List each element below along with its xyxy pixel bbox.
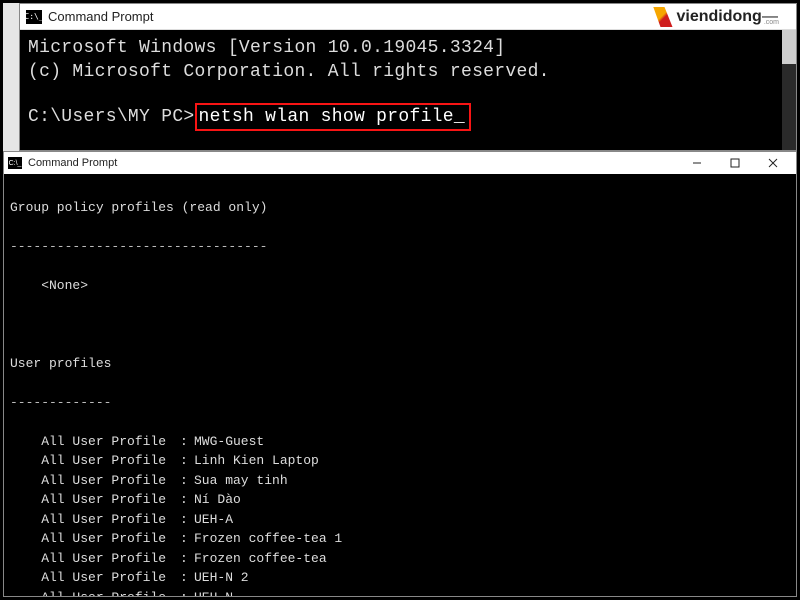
group-policy-header: Group policy profiles (read only) xyxy=(10,198,790,218)
banner-line-1: Microsoft Windows [Version 10.0.19045.33… xyxy=(28,36,788,60)
profile-row: All User Profile: Linh Kien Laptop xyxy=(10,451,790,471)
profile-name: Linh Kien Laptop xyxy=(194,453,319,468)
profile-name: UEH-N xyxy=(194,590,233,597)
profile-label: All User Profile xyxy=(10,510,180,530)
terminal-area-2[interactable]: Group policy profiles (read only) ------… xyxy=(4,174,796,596)
group-policy-none: <None> xyxy=(10,276,790,296)
colon: : xyxy=(180,549,194,569)
prompt-line: C:\Users\MY PC>netsh wlan show profile_ xyxy=(28,103,788,131)
profile-label: All User Profile xyxy=(10,471,180,491)
colon: : xyxy=(180,490,194,510)
watermark-mark-icon xyxy=(653,7,673,27)
window-title-2: Command Prompt xyxy=(28,157,117,169)
profile-name: Frozen coffee-tea xyxy=(194,551,327,566)
profile-label: All User Profile xyxy=(10,549,180,569)
profile-name: Sua may tinh xyxy=(194,473,288,488)
close-button-2[interactable] xyxy=(754,152,792,174)
profile-row: All User Profile: MWG-Guest xyxy=(10,432,790,452)
prompt-prefix: C:\Users\MY PC> xyxy=(28,107,195,127)
minimize-button-2[interactable] xyxy=(678,152,716,174)
profile-name: Frozen coffee-tea 1 xyxy=(194,531,342,546)
maximize-button-2[interactable] xyxy=(716,152,754,174)
profile-label: All User Profile xyxy=(10,529,180,549)
cmd-window-2: C:\_ Command Prompt Group policy profile… xyxy=(3,151,797,597)
scrollbar-1[interactable] xyxy=(782,30,796,150)
banner-line-2: (c) Microsoft Corporation. All rights re… xyxy=(28,60,788,84)
window-title-1: Command Prompt xyxy=(48,9,750,24)
profile-row: All User Profile: Sua may tinh xyxy=(10,471,790,491)
cmd-icon: C:\_ xyxy=(8,157,22,169)
scrollbar-thumb-1[interactable] xyxy=(782,30,796,64)
watermark-text: viendidong xyxy=(677,8,762,26)
profile-label: All User Profile xyxy=(10,490,180,510)
profile-name: UEH-A xyxy=(194,512,233,527)
profile-name: UEH-N 2 xyxy=(194,570,249,585)
command-highlight: netsh wlan show profile_ xyxy=(195,103,471,131)
colon: : xyxy=(180,451,194,471)
profile-row: All User Profile: UEH-A xyxy=(10,510,790,530)
profile-row: All User Profile: Frozen coffee-tea 1 xyxy=(10,529,790,549)
user-profiles-header: User profiles xyxy=(10,354,790,374)
profile-row: All User Profile: Frozen coffee-tea xyxy=(10,549,790,569)
blank-line xyxy=(10,315,790,335)
watermark-sub: .com xyxy=(764,19,779,26)
profile-list: All User Profile: MWG-Guest All User Pro… xyxy=(10,432,790,597)
colon: : xyxy=(180,529,194,549)
profile-row: All User Profile: Ní Dào xyxy=(10,490,790,510)
profile-row: All User Profile: UEH-N 2 xyxy=(10,568,790,588)
colon: : xyxy=(180,568,194,588)
colon: : xyxy=(180,432,194,452)
terminal-area-1[interactable]: Microsoft Windows [Version 10.0.19045.33… xyxy=(20,30,796,150)
profile-label: All User Profile xyxy=(10,588,180,597)
profile-label: All User Profile xyxy=(10,432,180,452)
colon: : xyxy=(180,588,194,597)
profile-name: MWG-Guest xyxy=(194,434,264,449)
profile-label: All User Profile xyxy=(10,451,180,471)
colon: : xyxy=(180,510,194,530)
watermark-logo: viendidong .com xyxy=(653,7,780,27)
profile-name: Ní Dào xyxy=(194,492,241,507)
profile-label: All User Profile xyxy=(10,568,180,588)
group-policy-dash: --------------------------------- xyxy=(10,237,790,257)
user-profiles-dash: ------------- xyxy=(10,393,790,413)
cmd-icon: C:\_ xyxy=(26,10,42,24)
colon: : xyxy=(180,471,194,491)
titlebar-2[interactable]: C:\_ Command Prompt xyxy=(4,152,796,174)
profile-row: All User Profile: UEH-N xyxy=(10,588,790,597)
